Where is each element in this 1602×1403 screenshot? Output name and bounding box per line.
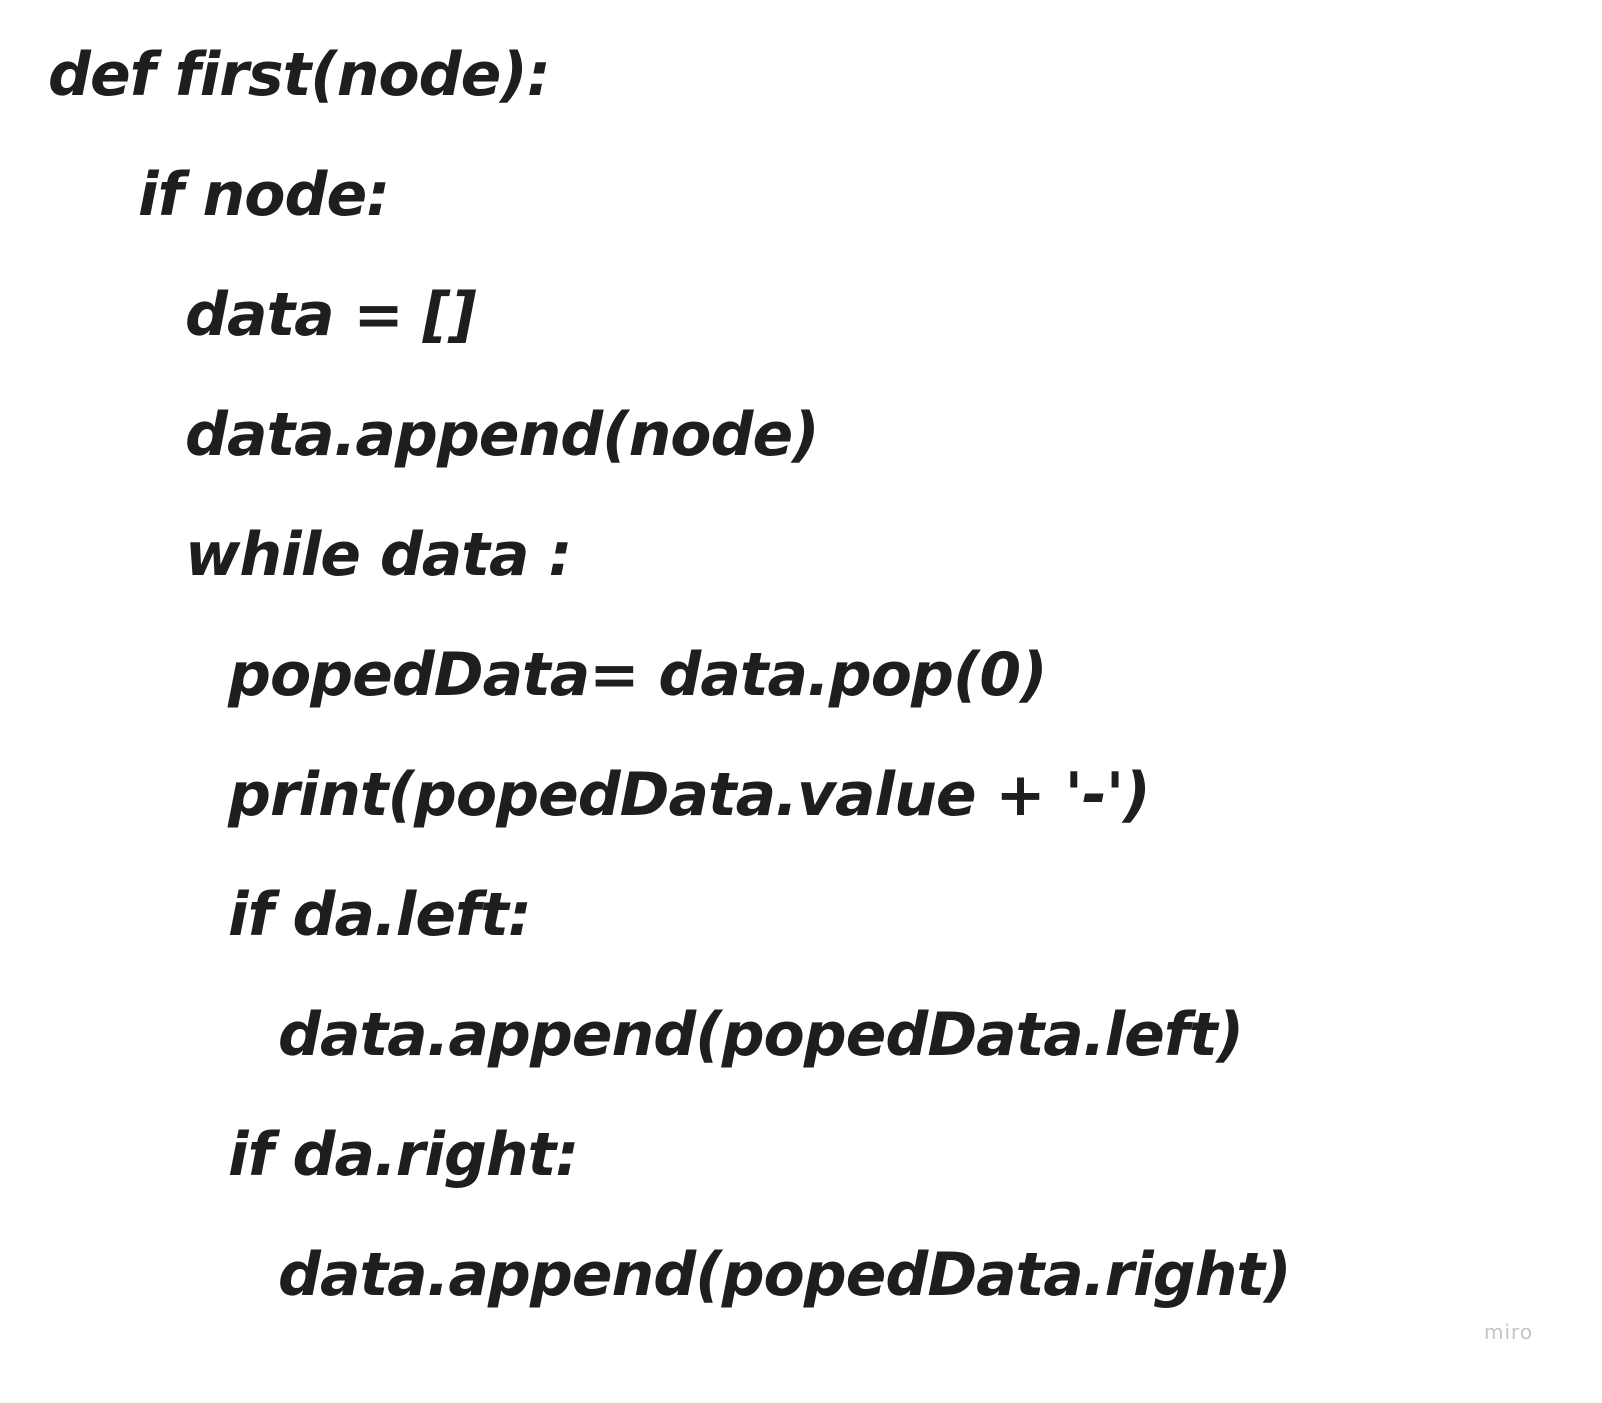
miro-watermark: miro xyxy=(1484,1320,1534,1344)
code-line-def: def first(node): xyxy=(48,40,551,110)
code-line-if-left: if da.left: xyxy=(228,880,532,950)
code-line-append-right: data.append(popedData.right) xyxy=(278,1240,1292,1310)
code-line-data-init: data = [] xyxy=(185,280,477,350)
code-line-while: while data : xyxy=(185,520,572,590)
code-line-append-left: data.append(popedData.left) xyxy=(278,1000,1244,1070)
code-line-append-node: data.append(node) xyxy=(185,400,820,470)
code-line-pop: popedData= data.pop(0) xyxy=(228,640,1047,710)
code-line-if-node: if node: xyxy=(138,160,390,230)
code-line-print: print(popedData.value + '-') xyxy=(228,760,1151,830)
code-line-if-right: if da.right: xyxy=(228,1120,579,1190)
